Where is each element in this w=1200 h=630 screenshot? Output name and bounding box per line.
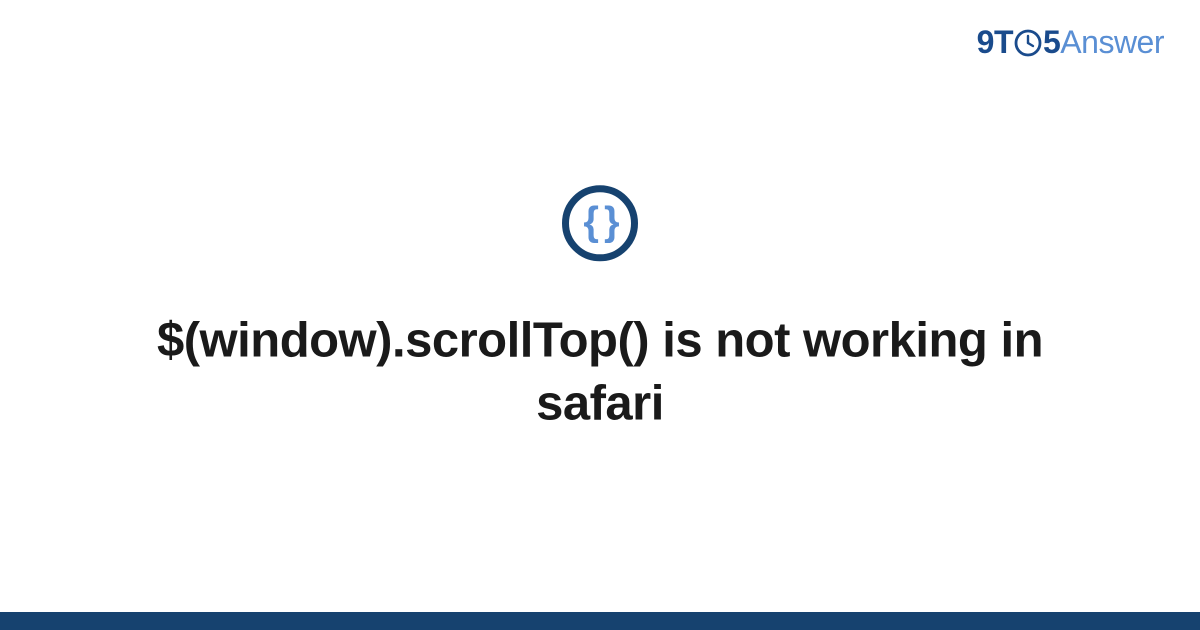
clock-icon: [1014, 29, 1042, 57]
page-title: $(window).scrollTop() is not working in …: [150, 309, 1050, 434]
footer-bar: [0, 612, 1200, 630]
braces-glyph: { }: [583, 201, 616, 241]
logo-text-9t: 9T: [977, 24, 1013, 61]
logo-text-answer: Answer: [1060, 24, 1164, 61]
site-logo: 9T 5 Answer: [977, 24, 1164, 61]
main-content: { } $(window).scrollTop() is not working…: [0, 185, 1200, 434]
code-braces-icon: { }: [562, 185, 638, 261]
logo-text-5: 5: [1043, 24, 1060, 61]
